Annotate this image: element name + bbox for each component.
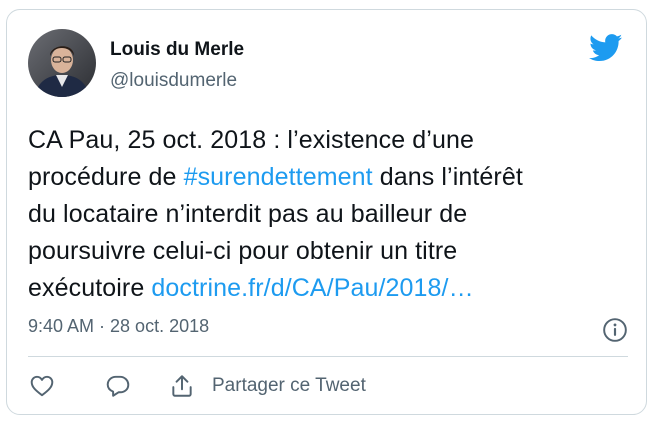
tweet-line-5-start: exécutoire — [28, 274, 152, 302]
tweet-card: Louis du Merle @louisdumerle CA Pau, 25 … — [6, 9, 647, 415]
profile-photo-icon — [28, 29, 96, 97]
tweet-line-3: du locataire n’interdit pas au bailleur … — [28, 200, 468, 228]
tweet-line-2-start: procédure de — [28, 163, 184, 191]
twitter-bird-icon[interactable] — [589, 34, 623, 62]
share-label: Partager ce Tweet — [212, 375, 366, 396]
heart-icon[interactable] — [29, 373, 55, 399]
tweet-line-4: poursuivre celui-ci pour obtenir un titr… — [28, 237, 458, 265]
tweet-line-2-end: dans l’intérêt — [372, 163, 523, 191]
avatar[interactable] — [28, 29, 96, 97]
author-handle[interactable]: @louisdumerle — [110, 70, 237, 92]
divider — [28, 356, 628, 357]
info-icon[interactable] — [602, 317, 628, 343]
author-name[interactable]: Louis du Merle — [110, 39, 244, 61]
action-bar: Partager ce Tweet — [29, 371, 366, 401]
url-link[interactable]: doctrine.fr/d/CA/Pau/2018/… — [151, 274, 473, 302]
tweet-text: CA Pau, 25 oct. 2018 : l’existence d’une… — [28, 122, 640, 307]
tweet-timestamp[interactable]: 9:40 AM · 28 oct. 2018 — [28, 316, 209, 337]
tweet-line-1: CA Pau, 25 oct. 2018 : l’existence d’une — [28, 126, 474, 154]
hashtag-link[interactable]: #surendettement — [184, 163, 373, 191]
share-button[interactable]: Partager ce Tweet — [169, 373, 366, 399]
tweet-line-5: exécutoire doctrine.fr/d/CA/Pau/2018/… — [28, 270, 640, 307]
reply-icon[interactable] — [105, 373, 131, 399]
tweet-line-2: procédure de #surendettement dans l’inté… — [28, 159, 640, 196]
share-icon — [172, 375, 192, 397]
